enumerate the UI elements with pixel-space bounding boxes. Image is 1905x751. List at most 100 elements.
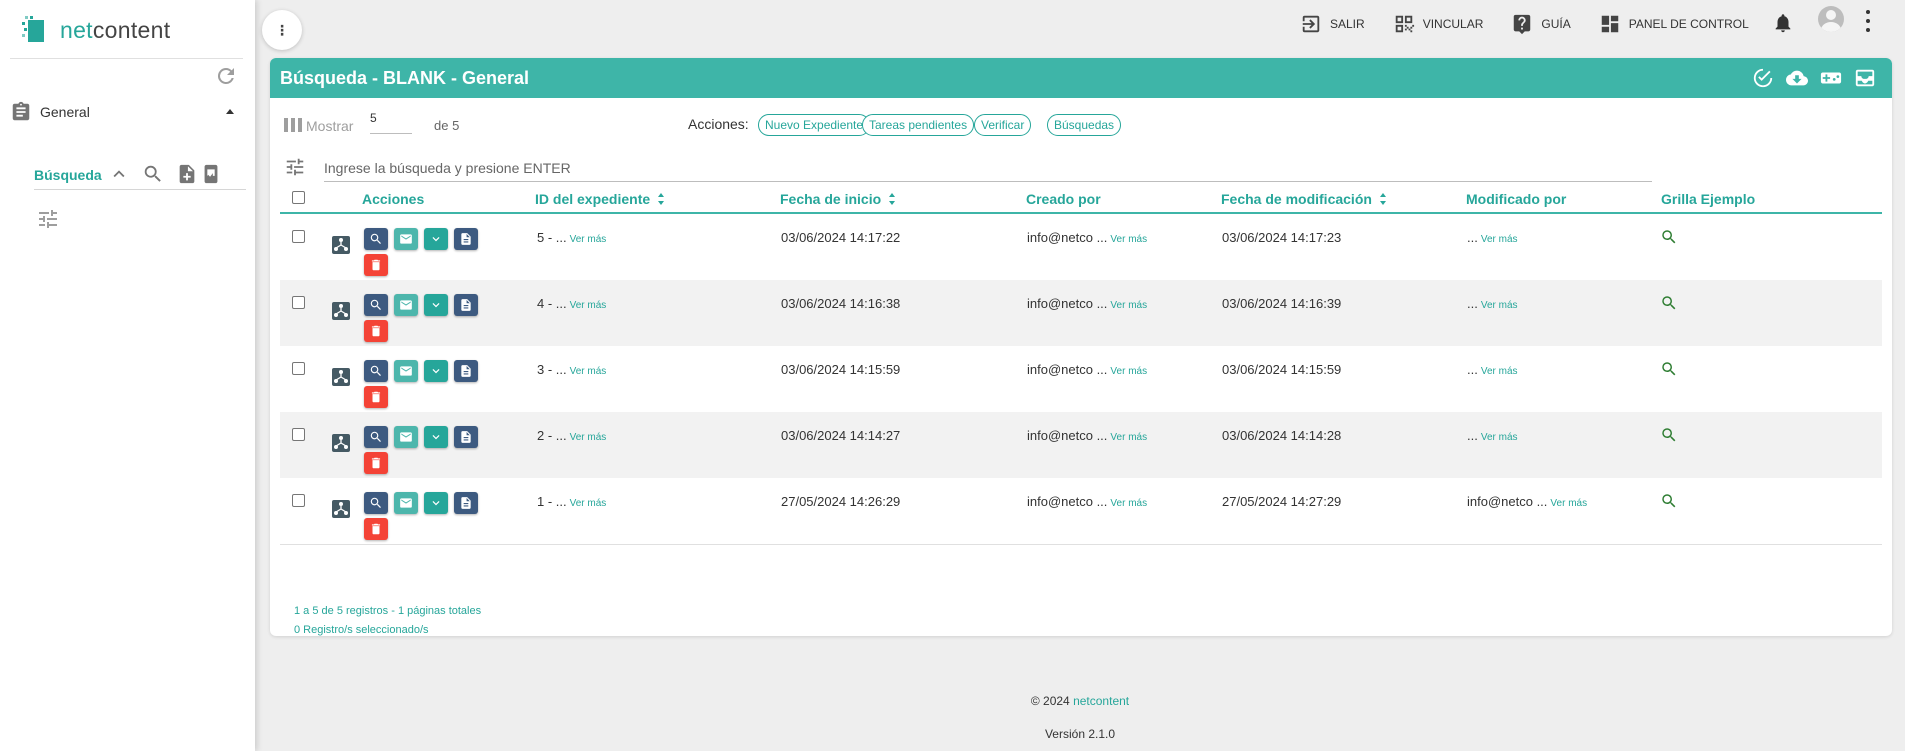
- notifications-icon[interactable]: [1772, 12, 1794, 34]
- chevron-up-icon[interactable]: [108, 163, 130, 185]
- check-circle-icon[interactable]: [1752, 67, 1774, 89]
- row-checkbox[interactable]: [292, 296, 305, 309]
- workflow-icon[interactable]: [332, 302, 350, 320]
- dropdown-button[interactable]: [424, 426, 448, 448]
- ver-mas-link[interactable]: Ver más: [1481, 300, 1518, 311]
- guide-button[interactable]: GUÍA: [1511, 13, 1571, 35]
- ver-mas-link[interactable]: Ver más: [1481, 366, 1518, 377]
- table-header: Acciones ID del expediente Fecha de inic…: [280, 182, 1882, 214]
- search-row: [284, 154, 1652, 182]
- row-checkbox[interactable]: [292, 428, 305, 441]
- ver-mas-link[interactable]: Ver más: [1110, 498, 1147, 509]
- document-button[interactable]: [454, 426, 478, 448]
- row-checkbox[interactable]: [292, 362, 305, 375]
- link-button[interactable]: VINCULAR: [1393, 13, 1483, 35]
- ver-mas-link[interactable]: Ver más: [1550, 498, 1587, 509]
- grid-search-icon[interactable]: [1660, 492, 1678, 510]
- document-button[interactable]: [454, 492, 478, 514]
- ver-mas-link[interactable]: Ver más: [570, 498, 607, 509]
- cloud-download-icon[interactable]: [1786, 67, 1808, 89]
- ver-mas-link[interactable]: Ver más: [570, 366, 607, 377]
- search-input[interactable]: [324, 154, 1652, 182]
- view-button[interactable]: [364, 426, 388, 448]
- logout-icon: [1302, 15, 1320, 33]
- grid-search-icon[interactable]: [1660, 360, 1678, 378]
- row-checkbox[interactable]: [292, 494, 305, 507]
- table-row: 3 - ... Ver más 03/06/2024 14:15:59 info@ne…: [280, 346, 1882, 412]
- refresh-icon[interactable]: [214, 64, 238, 88]
- help-icon: [1514, 14, 1531, 35]
- dropdown-button[interactable]: [424, 492, 448, 514]
- header-fecha-modificacion[interactable]: Fecha de modificación: [1221, 191, 1388, 207]
- mail-button[interactable]: [394, 228, 418, 250]
- delete-button[interactable]: [364, 254, 388, 276]
- mail-button[interactable]: [394, 426, 418, 448]
- view-button[interactable]: [364, 360, 388, 382]
- add-document-icon[interactable]: [176, 163, 198, 185]
- dropdown-button[interactable]: [424, 294, 448, 316]
- control-panel-button[interactable]: PANEL DE CONTROL: [1599, 13, 1749, 35]
- inbox-icon[interactable]: [1854, 67, 1876, 89]
- cell-modificado-por: ... Ver más: [1467, 428, 1518, 443]
- grid-search-icon[interactable]: [1660, 294, 1678, 312]
- grid-search-icon[interactable]: [1660, 426, 1678, 444]
- columns-icon[interactable]: [284, 118, 302, 132]
- logout-button[interactable]: SALIR: [1300, 13, 1365, 35]
- logo[interactable]: netcontent: [22, 16, 170, 44]
- gamepad-icon[interactable]: [1820, 67, 1842, 89]
- ver-mas-link[interactable]: Ver más: [1481, 234, 1518, 245]
- tune-icon[interactable]: [284, 156, 306, 178]
- delete-button[interactable]: [364, 320, 388, 342]
- delete-button[interactable]: [364, 518, 388, 540]
- more-options-icon[interactable]: [1866, 10, 1872, 32]
- view-button[interactable]: [364, 492, 388, 514]
- document-button[interactable]: [454, 228, 478, 250]
- search-icon[interactable]: [142, 163, 164, 185]
- mail-button[interactable]: [394, 360, 418, 382]
- verify-chip[interactable]: Verificar: [974, 114, 1032, 136]
- brand-link[interactable]: netcontent: [1073, 694, 1129, 708]
- delete-button[interactable]: [364, 386, 388, 408]
- view-button[interactable]: [364, 294, 388, 316]
- select-all-checkbox[interactable]: [292, 191, 305, 204]
- delete-button[interactable]: [364, 452, 388, 474]
- searches-chip[interactable]: Búsquedas: [1047, 114, 1122, 136]
- dropdown-button[interactable]: [424, 360, 448, 382]
- workflow-icon[interactable]: [332, 236, 350, 254]
- tune-icon[interactable]: [36, 207, 60, 231]
- mail-button[interactable]: [394, 294, 418, 316]
- document-button[interactable]: [454, 294, 478, 316]
- page-size-input[interactable]: [370, 110, 412, 134]
- header-fecha-inicio[interactable]: Fecha de inicio: [780, 191, 897, 207]
- new-record-chip[interactable]: Nuevo Expediente: [758, 114, 871, 136]
- ver-mas-link[interactable]: Ver más: [570, 432, 607, 443]
- menu-toggle-button[interactable]: ⋮: [262, 10, 302, 50]
- row-checkbox[interactable]: [292, 230, 305, 243]
- sidebar-subitem-label[interactable]: Búsqueda: [34, 167, 102, 183]
- workflow-icon[interactable]: [332, 500, 350, 518]
- ver-mas-link[interactable]: Ver más: [1110, 300, 1147, 311]
- workflow-icon[interactable]: [332, 368, 350, 386]
- ver-mas-link[interactable]: Ver más: [1110, 432, 1147, 443]
- mail-button[interactable]: [394, 492, 418, 514]
- sidebar-divider: [10, 58, 243, 59]
- document-chart-icon[interactable]: [200, 163, 222, 185]
- copyright: © 2024 netcontent: [1030, 694, 1130, 708]
- sidebar-item-busqueda: Búsqueda: [34, 160, 246, 190]
- ver-mas-link[interactable]: Ver más: [1110, 234, 1147, 245]
- view-button[interactable]: [364, 228, 388, 250]
- ver-mas-link[interactable]: Ver más: [1110, 366, 1147, 377]
- ver-mas-link[interactable]: Ver más: [570, 300, 607, 311]
- dropdown-button[interactable]: [424, 228, 448, 250]
- ver-mas-link[interactable]: Ver más: [1481, 432, 1518, 443]
- avatar[interactable]: [1818, 6, 1844, 32]
- grid-search-icon[interactable]: [1660, 228, 1678, 246]
- ver-mas-link[interactable]: Ver más: [570, 234, 607, 245]
- sidebar-item-general[interactable]: General: [10, 98, 242, 126]
- cell-fecha-modificacion: 03/06/2024 14:17:23: [1222, 230, 1342, 245]
- workflow-icon[interactable]: [332, 434, 350, 452]
- document-button[interactable]: [454, 360, 478, 382]
- pending-tasks-chip[interactable]: Tareas pendientes: [862, 114, 975, 136]
- header-id[interactable]: ID del expediente: [535, 191, 666, 207]
- table-row: 1 - ... Ver más 27/05/2024 14:26:29 info@ne…: [280, 478, 1882, 544]
